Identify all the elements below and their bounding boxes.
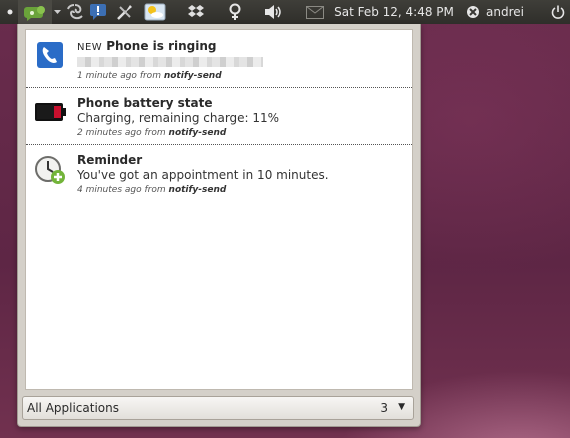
phone-icon [34, 39, 66, 71]
message-meta: 2 minutes ago from notify-send [77, 128, 226, 138]
battery-icon [34, 96, 66, 128]
volume-icon[interactable] [262, 0, 286, 24]
filter-label: All Applications [27, 401, 119, 415]
messaging-indicator-icon[interactable] [18, 0, 52, 24]
mail-icon[interactable] [304, 0, 326, 24]
message-body: Charging, remaining charge: 11% [77, 111, 280, 125]
message-title: Reminder [77, 153, 143, 167]
tools-icon[interactable] [112, 0, 136, 24]
message-source: notify-send [168, 185, 227, 195]
message-source: notify-send [168, 128, 227, 138]
message-from: from [144, 128, 166, 138]
update-spiral-icon[interactable] [64, 0, 86, 24]
clock[interactable]: Sat Feb 12, 4:48 PM [332, 0, 456, 24]
user-menu[interactable]: andrei [466, 0, 550, 24]
filter-count: 3 [380, 401, 388, 415]
username: andrei [486, 5, 524, 19]
message-item[interactable]: NEW Phone is ringing 1 minute ago from no… [26, 30, 412, 86]
gender-symbol-icon[interactable] [224, 0, 246, 24]
dropdown-arrow-icon: ▼ [398, 402, 405, 412]
message-time: 2 minutes ago [77, 128, 142, 138]
redacted-body [77, 57, 263, 67]
user-status-icon [467, 6, 479, 18]
clock-icon [34, 153, 66, 185]
application-filter-dropdown[interactable]: All Applications 3 ▼ [22, 396, 414, 420]
message-title: Phone battery state [77, 96, 213, 110]
bullet-dot-icon [3, 0, 17, 24]
message-source: notify-send [163, 71, 222, 81]
message-time: 1 minute ago [77, 71, 137, 81]
message-item[interactable]: Reminder You've got an appointment in 10… [26, 144, 412, 200]
dropbox-icon[interactable] [185, 0, 207, 24]
message-title-text: Phone is ringing [106, 39, 217, 53]
message-item[interactable]: Phone battery state Charging, remaining … [26, 87, 412, 143]
message-body: You've got an appointment in 10 minutes. [77, 168, 329, 182]
message-meta: 4 minutes ago from notify-send [77, 185, 226, 195]
messaging-menu-popup: NEW Phone is ringing 1 minute ago from no… [17, 24, 421, 427]
message-from: from [144, 185, 166, 195]
message-from: from [139, 71, 161, 81]
chevron-down-icon[interactable] [52, 0, 62, 24]
message-list: NEW Phone is ringing 1 minute ago from no… [25, 29, 413, 390]
top-panel: Sat Feb 12, 4:48 PM andrei [0, 0, 570, 24]
notification-bubble-icon[interactable] [87, 0, 109, 24]
weather-icon[interactable] [142, 0, 168, 24]
message-title: NEW Phone is ringing [77, 39, 216, 53]
power-icon[interactable] [548, 0, 568, 24]
new-tag: NEW [77, 42, 103, 53]
message-time: 4 minutes ago [77, 185, 142, 195]
message-meta: 1 minute ago from notify-send [77, 71, 222, 81]
